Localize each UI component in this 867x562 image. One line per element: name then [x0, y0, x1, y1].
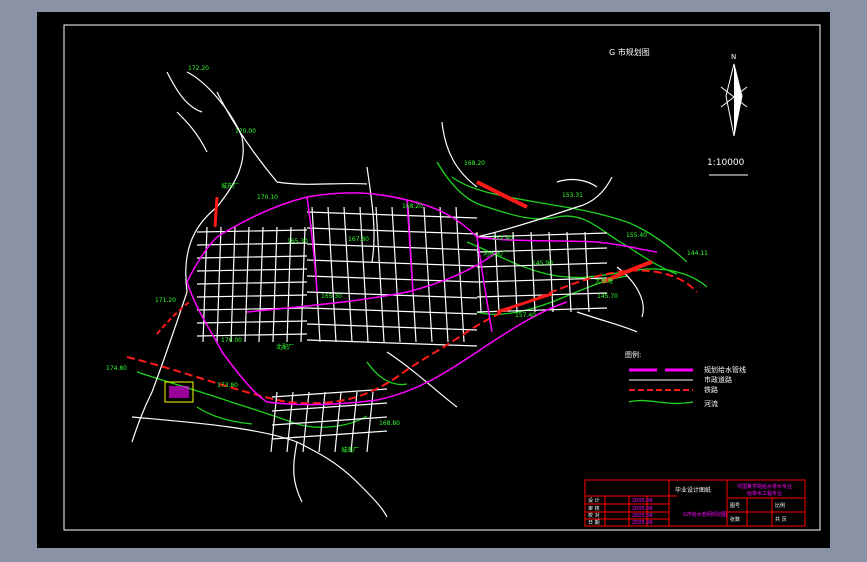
- title-block-row-value: 2005.06: [632, 498, 653, 504]
- elevation-labels: 172.20 170.00 168.20 170.10 168.20 165.30 167.…: [106, 65, 708, 427]
- elevation-label: 145.70: [597, 293, 618, 300]
- north-arrow-icon: N: [720, 53, 748, 137]
- elevation-label: 170.00: [235, 128, 256, 135]
- title-block-ref: 图号: [730, 503, 740, 509]
- title-block-ref: 比例: [775, 502, 785, 509]
- title-block-school: 中国某学院给水排水专业: [737, 483, 792, 490]
- title-block-row-label: 日 期: [588, 520, 600, 526]
- elevation-label: 165.30: [287, 238, 308, 245]
- drawing-border: [63, 24, 821, 531]
- elevation-label: 171.20: [155, 297, 176, 304]
- elevation-label: 155.40: [626, 232, 647, 239]
- water-pipe-network: [186, 192, 658, 406]
- legend: 图例: 规划给水管线 市政道路 铁路 河流: [625, 350, 746, 408]
- map-canvas: G 市规划图 N 1:10000 172.20170.00168.20170.1…: [63, 24, 821, 531]
- place-label: 河心水厂: [483, 250, 507, 258]
- title-block-row-label: 审 核: [588, 505, 600, 512]
- title-block-subject: 给排水工程专业: [747, 490, 782, 497]
- elevation-label: 170.10: [257, 194, 278, 201]
- elevation-label: 170.00: [221, 337, 242, 344]
- elevation-label: 174.80: [106, 365, 127, 372]
- legend-river-swatch: [628, 399, 694, 405]
- north-label: N: [731, 53, 736, 61]
- title-block-drawing: G市给水管网规划图: [683, 511, 727, 518]
- place-label: 城南厂: [341, 446, 359, 454]
- title-block-design-title: 毕业设计图纸: [675, 486, 711, 494]
- elevation-label: 165.30: [321, 293, 342, 300]
- drawing-frame: G 市规划图 N 1:10000 172.20 170.00 168.20 17…: [37, 12, 830, 548]
- title-block-row-value: 2005.06: [632, 513, 653, 519]
- elevation-label: 172.20: [188, 65, 209, 72]
- place-label: 城东厂: [221, 182, 239, 190]
- legend-heading: 图例:: [625, 350, 641, 359]
- title-block-row-value: 2005.06: [632, 506, 653, 512]
- title-block-ref: 共 页: [775, 516, 787, 523]
- elevation-label: 153.31: [562, 192, 583, 199]
- place-label: 大鱼塘: [595, 277, 613, 285]
- place-label: 北配厂: [276, 343, 294, 351]
- legend-item-road: 市政道路: [704, 375, 732, 384]
- map-title: G 市规划图: [609, 47, 650, 57]
- place-labels: 城东厂河心水厂大鱼塘北配厂城南厂: [221, 182, 613, 454]
- title-block-row-label: 校 对: [588, 512, 600, 519]
- elevation-label: 168.80: [379, 420, 400, 427]
- elevation-label: 168.20: [464, 160, 485, 167]
- elevation-label: 145.90: [532, 260, 553, 267]
- elevation-label: 167.80: [348, 236, 369, 243]
- elevation-label: 152.40: [492, 235, 513, 242]
- plant-marker-fill: [169, 386, 189, 398]
- scale-label: 1:10000: [707, 158, 745, 168]
- elevation-label: 157.40: [515, 312, 536, 319]
- street-network: [131, 71, 644, 518]
- elevation-label: 173.80: [217, 382, 238, 389]
- elevation-label: 144.11: [687, 250, 708, 257]
- title-block-row-value: 2005.06: [632, 520, 653, 526]
- title-block-row-label: 设 计: [588, 497, 600, 504]
- elevation-label: 168.20: [402, 203, 423, 210]
- legend-item-river: 河流: [704, 399, 718, 408]
- legend-item-pipe: 规划给水管线: [704, 365, 746, 374]
- title-block-ref: 张数: [730, 516, 740, 523]
- legend-item-rail: 铁路: [704, 385, 718, 394]
